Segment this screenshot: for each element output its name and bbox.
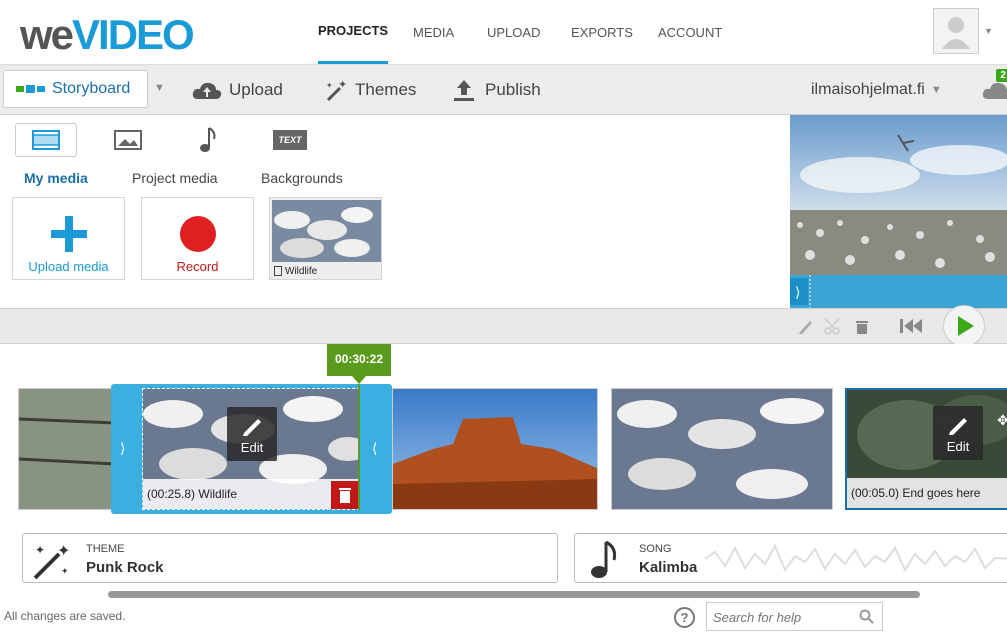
publish-button[interactable]: Publish [452,65,541,115]
nav-media[interactable]: MEDIA [413,0,454,65]
svg-text:✦: ✦ [57,541,70,560]
preview-trim-left-handle[interactable]: ⟩ [795,284,800,301]
pencil-icon[interactable] [797,317,815,335]
theme-selector[interactable]: ✦ ✦ ✦ THEME Punk Rock [22,533,558,583]
save-status: All changes are saved. [4,609,126,623]
themes-button[interactable]: ✦ ✦ Themes [324,65,416,115]
nav-upload[interactable]: UPLOAD [487,0,540,65]
upload-button[interactable]: Upload [192,65,283,115]
help-search-input[interactable] [713,607,853,627]
rewind-to-start-icon[interactable] [898,317,924,335]
account-dropdown-icon: ▼ [930,84,942,96]
thumbnail-label: Wildlife [274,266,317,277]
image-icon [114,130,142,150]
clip-wildlife-2[interactable] [611,388,833,510]
plus-icon [50,216,87,252]
avatar[interactable] [933,8,979,54]
magic-wand-icon: ✦ ✦ ✦ [33,541,70,580]
subtab-project-media[interactable]: Project media [132,170,218,186]
storyboard-icon [16,85,45,93]
upload-media-card[interactable]: Upload media [12,197,125,280]
play-button[interactable] [943,305,985,347]
help-search-box [706,602,883,631]
preview-frame-image [790,115,1007,308]
clip-canyon[interactable] [392,388,598,510]
clip-caption: (00:25.8) Wildlife [143,479,359,509]
play-icon [958,316,974,336]
trim-right-handle[interactable]: ⟨ [372,440,377,457]
top-header: weVIDEO PROJECTS MEDIA UPLOAD EXPORTS AC… [0,0,1007,65]
audio-tab[interactable] [177,123,239,157]
nav-account[interactable]: ACCOUNT [658,0,722,65]
storyboard-dropdown-icon[interactable]: ▼ [154,82,165,94]
film-small-icon [274,266,282,277]
nav-exports[interactable]: EXPORTS [571,0,633,65]
timeline-scrollbar[interactable] [108,591,920,598]
edit-clip-button[interactable]: Edit [227,407,277,461]
publish-icon [454,80,474,101]
wildlife-thumbnail-image [272,200,381,262]
svg-text:✦: ✦ [35,543,45,557]
playhead-line[interactable] [358,384,360,510]
text-tab[interactable]: TEXT [259,123,321,157]
clip-wildlife-2-thumbnail [612,389,832,509]
edit-clip-end-button[interactable]: Edit [933,406,983,460]
song-selector[interactable]: SONG Kalimba [574,533,1007,583]
pencil-icon [243,419,261,436]
pencil-icon [949,418,967,435]
user-icon [942,17,970,49]
delete-clip-button[interactable] [331,481,359,509]
notification-badge[interactable]: 2 [996,69,1007,82]
subtab-backgrounds[interactable]: Backgrounds [261,170,343,186]
clip-intro-thumbnail [19,389,113,509]
trash-icon [339,488,351,503]
film-icon [32,130,60,150]
footer: All changes are saved. ? [0,600,1007,637]
media-thumbnail-wildlife[interactable]: Wildlife [269,197,382,280]
text-tab-label: TEXT [273,130,307,150]
search-icon[interactable] [859,609,875,625]
editor-toolbar: Storyboard ▼ Upload ✦ ✦ Themes Publish il… [0,65,1007,115]
video-tab[interactable] [15,123,77,157]
scissors-icon[interactable] [824,317,842,335]
music-note-icon [200,127,216,152]
move-icon[interactable]: ✥ [997,412,1007,429]
clip-intro[interactable] [18,388,114,510]
record-card[interactable]: Record [141,197,254,280]
svg-text:✦: ✦ [338,78,347,91]
wevideo-logo[interactable]: weVIDEO [20,10,195,60]
svg-text:✦: ✦ [61,567,69,577]
record-icon [179,216,216,252]
media-library: TEXT My media Project media Backgrounds … [0,115,790,310]
magic-wand-icon: ✦✦ [326,78,347,102]
cloud-upload-icon [192,82,222,99]
clip-end-caption: (00:05.0) End goes here [847,478,1007,508]
subtab-my-media[interactable]: My media [24,170,88,186]
svg-text:✦: ✦ [326,81,333,90]
clip-wildlife[interactable]: (00:25.8) Wildlife Edit [142,388,360,510]
storyboard-button[interactable]: Storyboard [3,70,148,108]
playhead-time-marker[interactable]: 00:30:22 [327,344,391,376]
avatar-dropdown-icon[interactable]: ▼ [984,26,993,36]
clip-canyon-thumbnail [393,389,597,509]
help-icon[interactable]: ? [674,607,695,628]
trim-left-handle[interactable]: ⟩ [120,440,125,457]
clip-end[interactable]: (00:05.0) End goes here Edit ✥ [845,388,1007,510]
playback-bar [0,305,1007,347]
trash-icon[interactable] [853,317,871,335]
music-note-icon [591,540,617,578]
video-preview[interactable]: ⟩ [790,115,1007,308]
cloud-icon[interactable] [982,79,1007,101]
account-menu[interactable]: ilmaisohjelmat.fi ▼ [811,65,942,115]
image-tab[interactable] [97,123,159,157]
nav-projects[interactable]: PROJECTS [318,0,389,65]
